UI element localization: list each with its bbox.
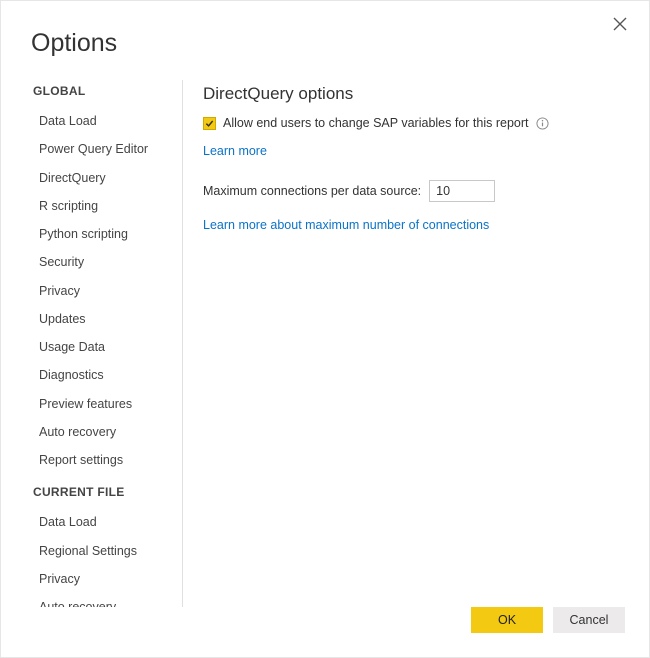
sidebar-item-usage-data[interactable]: Usage Data [31, 334, 174, 360]
sidebar-section-header: GLOBAL [31, 84, 178, 98]
sidebar-item-preview-features[interactable]: Preview features [31, 391, 174, 417]
allow-sap-checkbox-row: Allow end users to change SAP variables … [203, 116, 625, 130]
sidebar-item-diagnostics[interactable]: Diagnostics [31, 362, 174, 388]
sidebar-item-directquery[interactable]: DirectQuery [31, 165, 174, 191]
sidebar-item-r-scripting[interactable]: R scripting [31, 193, 174, 219]
sidebar-item-security[interactable]: Security [31, 249, 174, 275]
max-connections-label: Maximum connections per data source: [203, 184, 421, 198]
sidebar-item-auto-recovery[interactable]: Auto recovery [31, 419, 174, 445]
sidebar-item-privacy[interactable]: Privacy [31, 278, 174, 304]
cancel-button[interactable]: Cancel [553, 607, 625, 633]
max-connections-input[interactable] [429, 180, 495, 202]
sidebar-section-header: CURRENT FILE [31, 485, 178, 499]
sidebar-item-power-query-editor[interactable]: Power Query Editor [31, 136, 174, 162]
dialog-footer: OK Cancel [1, 607, 649, 657]
options-dialog: Options GLOBALData LoadPower Query Edito… [0, 0, 650, 658]
learn-more-link[interactable]: Learn more [203, 144, 267, 158]
sidebar-item-data-load[interactable]: Data Load [31, 108, 174, 134]
dialog-body: GLOBALData LoadPower Query EditorDirectQ… [1, 80, 649, 607]
sidebar-item-regional-settings[interactable]: Regional Settings [31, 538, 174, 564]
content-title: DirectQuery options [203, 84, 625, 104]
sidebar-item-auto-recovery[interactable]: Auto recovery [31, 594, 174, 607]
sidebar-item-data-load[interactable]: Data Load [31, 509, 174, 535]
max-connections-row: Maximum connections per data source: [203, 180, 625, 202]
sidebar-item-report-settings[interactable]: Report settings [31, 447, 174, 473]
content-panel: DirectQuery options Allow end users to c… [183, 80, 649, 607]
dialog-title: Options [1, 1, 649, 80]
sidebar-item-python-scripting[interactable]: Python scripting [31, 221, 174, 247]
sidebar-item-privacy[interactable]: Privacy [31, 566, 174, 592]
sidebar: GLOBALData LoadPower Query EditorDirectQ… [31, 80, 183, 607]
info-icon[interactable] [536, 117, 549, 130]
allow-sap-label: Allow end users to change SAP variables … [223, 116, 529, 130]
allow-sap-checkbox[interactable] [203, 117, 216, 130]
sidebar-item-updates[interactable]: Updates [31, 306, 174, 332]
ok-button[interactable]: OK [471, 607, 543, 633]
learn-more-connections-link[interactable]: Learn more about maximum number of conne… [203, 218, 489, 232]
close-icon[interactable] [613, 17, 629, 33]
